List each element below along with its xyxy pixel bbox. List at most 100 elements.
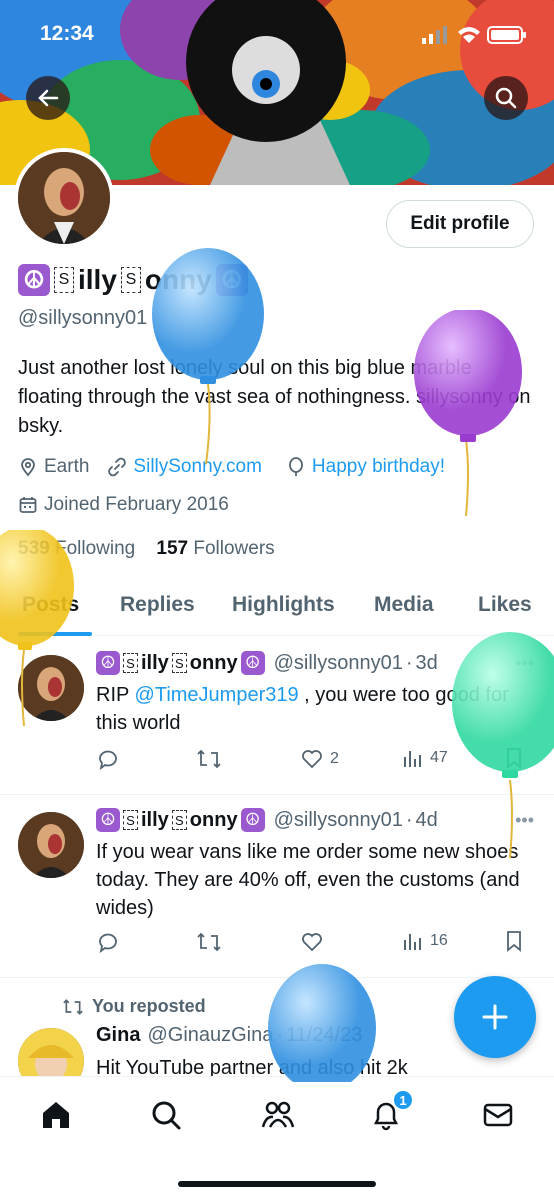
box-char: S <box>171 810 187 830</box>
followers-link[interactable]: 157 Followers <box>156 538 274 559</box>
home-icon <box>43 1102 69 1128</box>
profile-avatar[interactable] <box>14 148 114 248</box>
views-icon <box>404 751 421 767</box>
reply-button[interactable] <box>96 747 120 771</box>
calendar-icon <box>19 497 37 513</box>
status-time: 12:34 <box>40 22 94 45</box>
profile-meta: Earth SillySonny.com Happy birthday! <box>18 456 445 478</box>
post-time: 11/24/23 <box>286 1024 363 1046</box>
tab-replies[interactable]: Replies <box>120 578 195 617</box>
status-bar: 12:34 <box>0 0 554 60</box>
repost-button[interactable] <box>196 930 222 954</box>
bookmark-button[interactable] <box>504 747 524 769</box>
reply-icon <box>99 933 117 954</box>
nav-communities[interactable] <box>258 1095 298 1135</box>
post-actions: 2 47 <box>96 747 536 777</box>
profile-handle: @sillysonny01 <box>18 307 148 329</box>
bookmark-button[interactable] <box>504 930 524 952</box>
location-text: Earth <box>44 456 90 477</box>
communities-icon <box>261 1101 295 1128</box>
post-header: Gina @GinauzGina · 11/24/23 <box>96 1024 363 1046</box>
profile-name: ☮ S illy S onny ☮ <box>18 264 248 296</box>
post-item[interactable]: ☮ S illy S onny ☮ @sillysonny01 · 4d •••… <box>0 796 554 978</box>
repost-icon <box>63 998 83 1015</box>
peace-emoji-icon: ☮ <box>96 651 120 675</box>
back-arrow-icon <box>38 89 59 107</box>
post-author: Gina <box>96 1024 141 1046</box>
tab-highlights[interactable]: Highlights <box>232 578 335 617</box>
views-button[interactable]: 16 <box>402 930 448 952</box>
location-icon <box>21 458 35 477</box>
back-button[interactable] <box>26 76 70 120</box>
tab-likes[interactable]: Likes <box>478 578 532 617</box>
plus-icon <box>482 1004 508 1030</box>
peace-emoji-icon: ☮ <box>215 264 248 296</box>
repost-button[interactable] <box>196 747 222 771</box>
name-part: onny <box>144 264 212 295</box>
follow-counts: 539 Following 157 Followers <box>18 538 275 560</box>
profile-bio: Just another lost lonely soul on this bi… <box>18 357 531 437</box>
reply-icon <box>99 750 117 771</box>
mention-link[interactable]: @TimeJumper319 <box>135 684 299 706</box>
peace-emoji-icon: ☮ <box>18 264 50 296</box>
bottom-nav: 1 <box>0 1076 554 1200</box>
like-button[interactable] <box>300 930 330 954</box>
box-char: S <box>120 267 141 293</box>
birthday-link[interactable]: Happy birthday! <box>312 456 445 478</box>
edit-profile-button[interactable]: Edit profile <box>386 200 534 248</box>
views-icon <box>404 934 421 950</box>
peace-emoji-icon: ☮ <box>96 808 120 832</box>
post-time: 4d <box>415 808 438 831</box>
nav-notifications[interactable]: 1 <box>366 1089 414 1135</box>
post-avatar[interactable] <box>18 655 84 721</box>
joined-row: Joined February 2016 <box>18 494 229 516</box>
nav-messages[interactable] <box>478 1095 518 1135</box>
balloon-icon <box>289 457 303 476</box>
website-link[interactable]: SillySonny.com <box>133 456 261 478</box>
following-link[interactable]: 539 Following <box>18 538 135 559</box>
active-tab-indicator <box>18 632 92 636</box>
search-icon <box>152 1101 181 1130</box>
nav-search[interactable] <box>146 1095 186 1135</box>
box-char: S <box>123 810 138 830</box>
views-button[interactable]: 47 <box>402 747 448 769</box>
post-author-part: onny <box>189 651 238 674</box>
post-time: 3d <box>415 651 438 674</box>
more-icon[interactable]: ••• <box>515 653 534 674</box>
search-icon <box>495 87 517 109</box>
like-button[interactable]: 2 <box>300 747 339 771</box>
home-indicator <box>178 1181 376 1187</box>
box-char: S <box>54 267 74 293</box>
bookmark-icon <box>507 931 521 952</box>
post-avatar[interactable] <box>18 812 84 878</box>
tab-media[interactable]: Media <box>374 578 434 617</box>
reply-button[interactable] <box>96 930 120 954</box>
repost-icon <box>197 749 221 769</box>
post-author-part: illy <box>141 651 169 674</box>
post-text: RIP @TimeJumper319 , you were too good f… <box>96 684 509 734</box>
nav-home[interactable] <box>36 1095 76 1135</box>
repost-icon <box>197 932 221 952</box>
post-handle: @GinauzGina <box>147 1024 274 1046</box>
post-text: If you wear vans like me order some new … <box>96 841 520 919</box>
search-button[interactable] <box>484 76 528 120</box>
post-item[interactable]: ☮ S illy S onny ☮ @sillysonny01 · 3d •••… <box>0 637 554 795</box>
joined-text: Joined February 2016 <box>44 494 229 515</box>
heart-icon <box>302 750 322 769</box>
compose-button[interactable] <box>454 976 536 1058</box>
bookmark-icon <box>507 748 521 769</box>
post-header: ☮ S illy S onny ☮ @sillysonny01 · 3d <box>96 651 438 675</box>
tab-posts[interactable]: Posts <box>22 578 79 617</box>
peace-emoji-icon: ☮ <box>240 651 265 675</box>
status-icons <box>422 24 532 51</box>
more-icon[interactable]: ••• <box>515 810 534 831</box>
post-handle: @sillysonny01 <box>273 651 403 674</box>
box-char: S <box>171 653 187 673</box>
post-actions: 16 <box>96 930 536 960</box>
post-author-part: illy <box>141 808 169 831</box>
peace-emoji-icon: ☮ <box>240 808 265 832</box>
notification-badge: 1 <box>392 1089 414 1111</box>
box-char: S <box>123 653 138 673</box>
repost-indicator: You reposted <box>62 996 206 1017</box>
heart-icon <box>302 933 322 952</box>
